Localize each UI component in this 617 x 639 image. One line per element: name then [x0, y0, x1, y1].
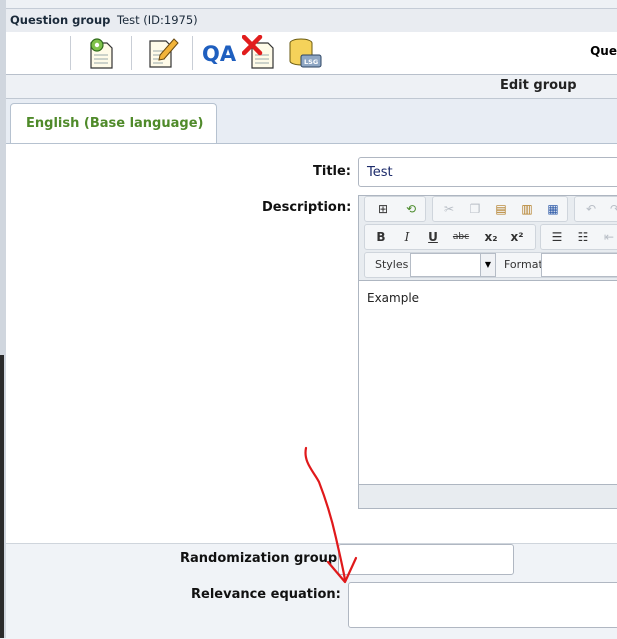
- outdent-icon[interactable]: ⇤: [599, 227, 617, 247]
- format-select[interactable]: [541, 253, 617, 277]
- title-label: Title:: [313, 164, 352, 179]
- editor-toolbar-group: ↶ ↷: [574, 196, 617, 222]
- background-window-edge: [0, 355, 4, 638]
- question-group-header: Question group Test (ID:1975): [6, 8, 617, 33]
- redo-icon[interactable]: ↷: [605, 199, 617, 219]
- description-label: Description:: [262, 200, 352, 215]
- styles-label: Styles: [375, 258, 409, 271]
- svg-text:LSG: LSG: [304, 58, 318, 66]
- subscript-icon[interactable]: x₂: [481, 227, 501, 247]
- edit-document-icon[interactable]: [144, 35, 180, 71]
- format-label: Format: [504, 258, 543, 271]
- qa-icon[interactable]: QA: [201, 35, 237, 71]
- group-toolbar: QA LSG Que: [6, 32, 617, 75]
- toolbar-separator: [192, 36, 193, 70]
- header-label: Question group: [10, 13, 111, 27]
- italic-icon[interactable]: I: [397, 227, 417, 247]
- randomization-group-label: Randomization group:: [180, 551, 343, 566]
- cut-icon[interactable]: ✂: [439, 199, 459, 219]
- paste-icon[interactable]: ▤: [491, 199, 511, 219]
- editor-toolbar-group: ☰ ☷ ⇤: [540, 224, 617, 250]
- copy-icon[interactable]: ❐: [465, 199, 485, 219]
- template-icon[interactable]: ⟲: [401, 199, 421, 219]
- gear-document-icon[interactable]: [83, 35, 119, 71]
- randomization-group-input[interactable]: [338, 544, 514, 575]
- bulleted-list-icon[interactable]: ☷: [573, 227, 593, 247]
- tab-english-base[interactable]: English (Base language): [10, 103, 217, 144]
- chevron-down-icon: ▼: [480, 254, 495, 276]
- toolbar-right-label: Que: [590, 44, 617, 58]
- svg-text:QA: QA: [202, 42, 237, 66]
- tab-label: English (Base language): [26, 116, 204, 131]
- relevance-equation-input[interactable]: [348, 582, 617, 628]
- toolbar-separator: [70, 36, 71, 70]
- title-value: Test: [367, 165, 393, 180]
- underline-icon[interactable]: U: [423, 227, 443, 247]
- relevance-equation-label: Relevance equation:: [191, 587, 341, 602]
- toolbar-separator: [131, 36, 132, 70]
- undo-icon[interactable]: ↶: [581, 199, 601, 219]
- description-editor: ⊞ ⟲ ✂ ❐ ▤ ▥ ▦ ↶ ↷ B I U abc x₂ x² ☰ ☷ ⇤ …: [358, 195, 617, 509]
- superscript-icon[interactable]: x²: [507, 227, 527, 247]
- strike-icon[interactable]: abc: [449, 227, 473, 247]
- editor-toolbar-group: B I U abc x₂ x²: [364, 224, 536, 250]
- section-title: Edit group: [500, 78, 577, 93]
- editor-content-area[interactable]: Example: [359, 280, 617, 485]
- source-icon[interactable]: ⊞: [373, 199, 393, 219]
- editor-toolbar-group: ⊞ ⟲: [364, 196, 426, 222]
- paste-text-icon[interactable]: ▥: [517, 199, 537, 219]
- editor-toolbar-group: ✂ ❐ ▤ ▥ ▦: [432, 196, 568, 222]
- lsg-export-icon[interactable]: LSG: [287, 35, 323, 71]
- numbered-list-icon[interactable]: ☰: [547, 227, 567, 247]
- delete-document-icon[interactable]: [242, 35, 278, 71]
- header-value: Test (ID:1975): [117, 13, 198, 27]
- bold-icon[interactable]: B: [371, 227, 391, 247]
- description-text: Example: [367, 291, 420, 305]
- title-input[interactable]: Test: [358, 157, 617, 187]
- paste-word-icon[interactable]: ▦: [543, 199, 563, 219]
- editor-toolbar-group: Styles ▼ Format: [364, 252, 617, 278]
- styles-select[interactable]: ▼: [410, 253, 496, 277]
